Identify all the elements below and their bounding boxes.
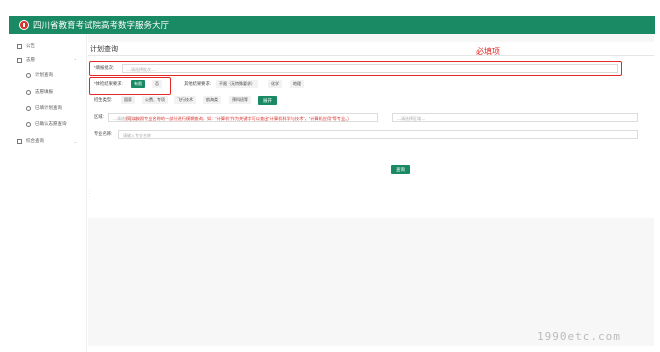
sidebar-item-confirmed[interactable]: 已确认志愿查询 bbox=[26, 121, 67, 127]
required-highlight-exam bbox=[89, 77, 171, 95]
collapse-handle[interactable]: · · · bbox=[89, 189, 91, 200]
app-title: 四川省教育考试院高考数字服务大厅 bbox=[33, 20, 170, 30]
circle-icon bbox=[26, 72, 31, 78]
sidebar-item-filled-plan[interactable]: 已填计划查询 bbox=[26, 105, 62, 111]
circle-icon bbox=[26, 105, 31, 111]
region-select-2[interactable]: ---请选择区域--- bbox=[392, 113, 638, 122]
major-input[interactable]: 请输入专业名称 bbox=[118, 130, 638, 139]
sidebar-item-fill[interactable]: 志愿填报 bbox=[26, 89, 53, 95]
page-title: 计划查询 bbox=[90, 46, 118, 53]
divider bbox=[88, 55, 654, 56]
plan-type-national[interactable]: 国家 bbox=[121, 96, 135, 104]
other-option-geography[interactable]: 地理 bbox=[290, 80, 304, 88]
other-option-chemistry[interactable]: 化学 bbox=[268, 80, 282, 88]
sidebar-item-comprehensive[interactable]: 综合查询 ⌄ bbox=[17, 138, 83, 144]
watermark: 1990etc.com bbox=[537, 330, 621, 343]
sidebar: 公告 志愿 ⌃ 计划查询 志愿填报 已填计划查询 已确认志愿查询 综合查询 ⌄ bbox=[9, 34, 87, 352]
sidebar-item-zhiyuan[interactable]: 志愿 ⌃ bbox=[17, 57, 83, 63]
plan-type-preparatory[interactable]: 预科班等 bbox=[229, 96, 251, 104]
plan-type-label: 招生类型: bbox=[94, 97, 113, 102]
sidebar-item-announcement[interactable]: 公告 bbox=[17, 43, 35, 49]
plan-type-navigation[interactable]: 航海类 bbox=[203, 96, 221, 104]
query-button[interactable]: 查询 bbox=[391, 165, 410, 174]
other-option-unlimited[interactable]: 不限（无特殊要求） bbox=[216, 80, 258, 88]
plan-type-flight[interactable]: 飞行技术 bbox=[174, 96, 196, 104]
required-annotation: 必填项 bbox=[476, 47, 500, 56]
region-label: 区域: bbox=[94, 114, 104, 119]
folder-icon bbox=[17, 138, 22, 144]
circle-icon bbox=[26, 121, 31, 127]
circle-icon bbox=[26, 89, 31, 95]
home-icon bbox=[17, 43, 22, 49]
required-highlight-batch bbox=[89, 61, 622, 76]
chevron-down-icon: ⌄ bbox=[73, 138, 77, 144]
main-content: 计划查询 *填报批次: ---请选择批次--- *体检结果要求: 有限 否 其他… bbox=[88, 34, 654, 346]
other-requirement-label: 其他结果要求: bbox=[184, 81, 211, 86]
sidebar-item-plan-query[interactable]: 计划查询 bbox=[26, 72, 53, 78]
major-label: 专业名称: bbox=[94, 131, 113, 136]
plan-type-special[interactable]: 公费、专项 bbox=[142, 96, 168, 104]
logo-icon bbox=[19, 20, 29, 30]
app-header: 四川省教育考试院高考数字服务大厅 bbox=[9, 16, 655, 34]
chevron-up-icon: ⌃ bbox=[73, 57, 77, 63]
folder-icon bbox=[17, 57, 22, 63]
hint-text: (可以按照专业名称的一部分进行模糊查询，如：“计算机”作为关键字可以查出“计算机… bbox=[126, 116, 349, 121]
expand-button[interactable]: 展开 bbox=[258, 96, 277, 105]
